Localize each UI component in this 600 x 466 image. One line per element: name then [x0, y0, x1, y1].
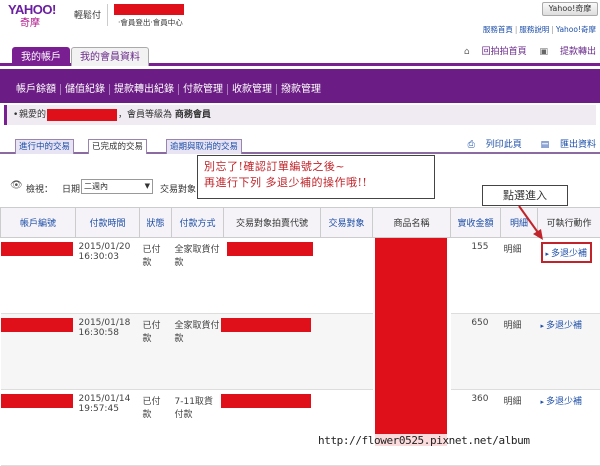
top-links: 服務首頁|服務說明|Yahoo!奇摩 [483, 24, 596, 35]
triangle-right-icon: ▸ [541, 398, 545, 406]
redacted-username [114, 4, 184, 15]
col-amount[interactable]: 實收金額 [451, 208, 501, 238]
pay-method-cell: 7-11取貨付款 [172, 390, 224, 466]
redacted-product-names [375, 238, 447, 446]
annotation-arrow-icon [505, 204, 555, 244]
date-range-select[interactable]: 二週內 ▼ [81, 179, 153, 194]
status-cell: 已付款 [140, 390, 172, 466]
header-member-links: ‧會員登出‧會員中心 [118, 17, 183, 28]
member-center-link[interactable]: 會員中心 [153, 18, 183, 27]
col-product-name: 商品名稱 [373, 208, 451, 238]
export-icon: ▤ [541, 140, 550, 150]
tab-overdue-cancelled[interactable]: 逾期與取消的交易 [166, 139, 242, 154]
menu-item-balance[interactable]: 帳戶餘額 [12, 84, 61, 95]
watermark: http://flower0525.pixnet.net/album [316, 434, 532, 447]
tab-in-progress[interactable]: 進行中的交易 [15, 139, 74, 154]
table-row: 2015/01/2016:30:03 已付款 全家取貨付款 155 明細 ▸多退… [1, 238, 600, 314]
status-cell: 已付款 [140, 238, 172, 314]
redacted-account-no [1, 318, 73, 332]
redacted-account-no [1, 242, 73, 256]
account-tabs: 我的帳戶 我的會員資料 ⌂回拍拍首頁 ▣提款轉出 [0, 44, 600, 66]
annotation-callout: 別忘了!確認訂單編號之後~ 再進行下列 多退少補的操作哦!! [197, 155, 435, 199]
menu-item-disbursement[interactable]: 撥款管理 [277, 84, 325, 95]
redacted-counterparty-id [227, 242, 313, 256]
triangle-right-icon: ▸ [546, 250, 550, 258]
service-name: 輕鬆付 [74, 8, 101, 21]
amount-cell: 650 [451, 314, 501, 390]
redacted-name [47, 109, 117, 121]
printer-icon: ⎙ [468, 140, 475, 150]
back-to-auction-link[interactable]: ⌂回拍拍首頁 [464, 47, 527, 57]
col-counterparty[interactable]: 交易對象 [321, 208, 373, 238]
transaction-tabs: 進行中的交易 已完成的交易 逾期與取消的交易 ⎙ 列印此頁 ▤ 匯出資料 [0, 137, 600, 154]
header-divider [107, 4, 108, 26]
menu-item-collection[interactable]: 收款管理 [228, 84, 277, 95]
withdraw-link[interactable]: ▣提款轉出 [539, 47, 596, 57]
tab-member-info[interactable]: 我的會員資料 [71, 47, 149, 66]
site-header: YAHOO! 奇摩 輕鬆付 ‧會員登出‧會員中心 Yahoo!奇摩 服務首頁|服… [0, 0, 600, 46]
amount-cell: 155 [451, 238, 501, 314]
menu-item-withdraw-records[interactable]: 提款轉出紀錄 [110, 84, 179, 95]
home-icon: ⌂ [464, 47, 470, 57]
yahoo-home-link[interactable]: Yahoo!奇摩 [556, 25, 596, 34]
redacted-account-no [1, 394, 73, 408]
header-actions: ⌂回拍拍首頁 ▣提款轉出 [454, 44, 596, 57]
pay-method-cell: 全家取貨付款 [172, 238, 224, 314]
amount-cell: 360 [451, 390, 501, 466]
logout-link[interactable]: 會員登出 [120, 18, 150, 27]
tab-my-account[interactable]: 我的帳戶 [12, 47, 70, 66]
col-account-no[interactable]: 帳戶編號 [1, 208, 76, 238]
chevron-down-icon: ▼ [145, 180, 150, 193]
transaction-table: 帳戶編號 付款時間 狀態 付款方式 交易對象拍賣代號 交易對象 商品名稱 實收金… [0, 207, 600, 466]
col-counterparty-id: 交易對象拍賣代號 [224, 208, 321, 238]
click-here-note: 點選進入 [482, 185, 568, 206]
detail-link[interactable]: 明細 [501, 314, 538, 390]
triangle-right-icon: ▸ [541, 322, 545, 330]
transfer-icon: ▣ [539, 47, 548, 57]
transaction-actions: ⎙ 列印此頁 ▤ 匯出資料 [452, 137, 596, 150]
service-home-link[interactable]: 服務首頁 [483, 25, 513, 34]
main-menu: 帳戶餘額儲值紀錄提款轉出紀錄付款管理收款管理撥款管理 [0, 69, 600, 103]
eye-icon: 👁 [10, 180, 23, 191]
pay-method-cell: 全家取貨付款 [172, 314, 224, 390]
tab-completed[interactable]: 已完成的交易 [88, 139, 147, 154]
print-link[interactable]: ⎙ 列印此頁 [460, 140, 522, 150]
detail-link[interactable]: 明細 [501, 390, 538, 466]
col-pay-method[interactable]: 付款方式 [172, 208, 224, 238]
menu-item-payment[interactable]: 付款管理 [179, 84, 228, 95]
home-button[interactable]: Yahoo!奇摩 [542, 2, 598, 16]
refund-adjust-link[interactable]: ▸多退少補 [541, 242, 593, 263]
yahoo-logo[interactable]: YAHOO! 奇摩 [8, 2, 70, 26]
redacted-counterparty-id [221, 318, 311, 332]
menu-item-topup[interactable]: 儲值紀錄 [61, 84, 110, 95]
refund-adjust-link[interactable]: ▸多退少補 [541, 321, 583, 331]
redacted-counterparty-id [221, 394, 311, 408]
greeting-bar: • 親愛的，會員等級為 商務會員 [4, 105, 596, 125]
col-status[interactable]: 狀態 [140, 208, 172, 238]
refund-adjust-link[interactable]: ▸多退少補 [541, 397, 583, 407]
detail-link[interactable]: 明細 [501, 238, 538, 314]
service-help-link[interactable]: 服務說明 [519, 25, 549, 34]
table-row: 2015/01/1419:57:45 已付款 7-11取貨付款 360 明細 ▸… [1, 390, 600, 466]
export-link[interactable]: ▤ 匯出資料 [533, 140, 596, 150]
member-level: 商務會員 [175, 110, 211, 120]
col-pay-time[interactable]: 付款時間 [76, 208, 140, 238]
status-cell: 已付款 [140, 314, 172, 390]
table-row: 2015/01/1816:30:58 已付款 全家取貨付款 650 明細 ▸多退… [1, 314, 600, 390]
